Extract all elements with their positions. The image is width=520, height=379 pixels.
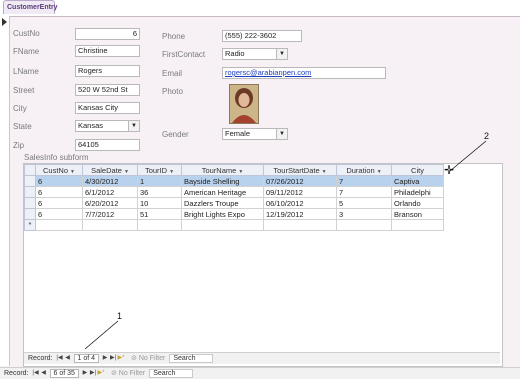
filter-label: No Filter [118,370,146,377]
record-label: Record: [4,370,29,377]
previous-record-icon[interactable]: ◀ [40,368,48,379]
callout-1-line [84,320,119,350]
resize-cursor-icon: ✛ [444,163,455,177]
first-record-icon[interactable]: |◀ [32,368,40,379]
callout-2-number: 2 [484,131,490,141]
new-record-icon[interactable]: ▶* [97,368,105,379]
next-record-icon[interactable]: ▶ [81,368,89,379]
current-record-field[interactable]: 6 of 35 [49,369,79,378]
last-record-icon[interactable]: ▶| [89,368,97,379]
callout-lines [84,140,487,350]
filter-icon: ⊘ [110,370,117,377]
callout-1-number: 1 [117,311,123,321]
main-navigation-bar: Record: |◀ ◀ 6 of 35 ▶ ▶| ▶* ⊘ No Filter… [0,367,520,379]
callout-2-line [449,140,487,172]
no-filter-indicator[interactable]: ⊘ No Filter [111,368,145,379]
search-input[interactable]: Search [149,369,194,378]
